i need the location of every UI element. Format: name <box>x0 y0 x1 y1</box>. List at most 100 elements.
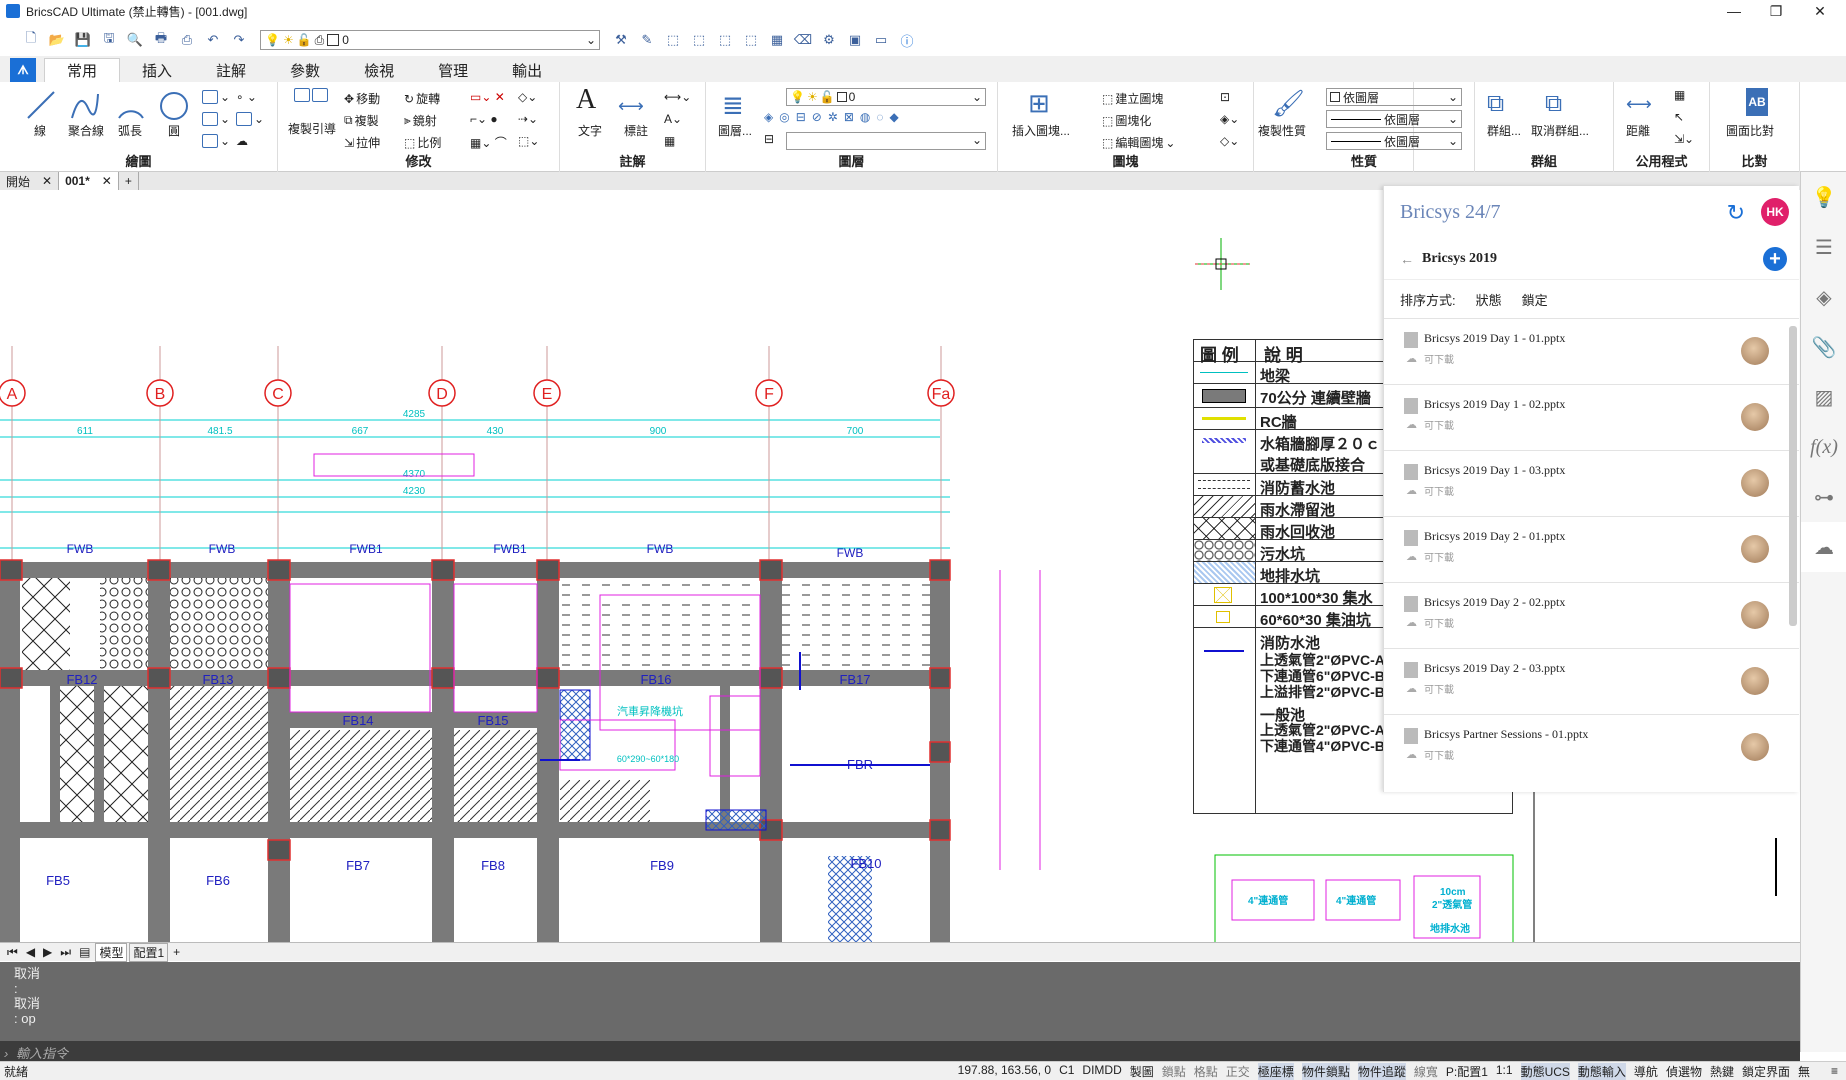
match-properties-button[interactable]: 複製性質 <box>1258 122 1306 139</box>
offset-tool[interactable]: ⇢⌄ <box>518 112 538 126</box>
calc-icon[interactable]: ▦ <box>1674 88 1685 102</box>
create-block-button[interactable]: ⬚ 建立圖塊 <box>1102 90 1163 107</box>
app-menu-icon[interactable]: ᗑ <box>10 58 36 82</box>
add-layout-button[interactable]: + <box>170 945 183 959</box>
status-item[interactable]: 製圖 <box>1130 1063 1154 1080</box>
tab-view[interactable]: 檢視 <box>342 58 416 82</box>
prev-layout-icon[interactable]: ◀ <box>23 945 38 959</box>
status-item[interactable]: 熱鍵 <box>1710 1063 1734 1080</box>
eraser-icon[interactable]: ⌫ <box>792 30 814 50</box>
tab-home[interactable]: 常用 <box>44 58 121 82</box>
dimension-button[interactable]: 標註 <box>624 122 648 139</box>
redo-icon[interactable]: ↷ <box>228 30 250 50</box>
status-item[interactable]: 物件鎖點 <box>1301 1062 1350 1080</box>
copy-guide-button[interactable]: 複製引導 <box>288 120 336 137</box>
new-file-icon[interactable]: 🗋 <box>20 30 42 50</box>
list-item[interactable]: Bricsys 2019 Day 1 - 01.pptx ☁ 可下載 <box>1384 318 1799 384</box>
lineweight-dropdown[interactable]: 依圖層 ⌄ <box>1326 132 1462 150</box>
user-avatar[interactable]: HK <box>1761 198 1789 226</box>
print-icon[interactable]: ⎙ <box>176 30 198 50</box>
scale-button[interactable]: ⬚ 比例 <box>404 134 441 151</box>
table-tool[interactable]: ▦ <box>664 134 675 148</box>
back-arrow-icon[interactable]: ← <box>1400 251 1414 267</box>
polyline-button[interactable]: 聚合線 <box>68 122 104 139</box>
layer-prev-icon[interactable]: ⊟ <box>764 132 774 146</box>
status-menu-icon[interactable]: ≡ <box>1831 1064 1838 1078</box>
first-layout-icon[interactable]: ⏮ <box>4 945 21 960</box>
last-layout-icon[interactable]: ⏭ <box>57 945 74 960</box>
settings-icon[interactable]: ⚙ <box>818 30 840 50</box>
layer-combo[interactable]: 💡 ☀ 🔓 ⎙ 0 ⌄ <box>260 30 600 50</box>
close-icon[interactable]: ✕ <box>1800 0 1840 22</box>
bulb-icon[interactable]: 💡 <box>1801 172 1846 222</box>
status-item[interactable]: 偵選物 <box>1666 1063 1702 1080</box>
list-item[interactable]: Bricsys 2019 Day 1 - 03.pptx ☁ 可下載 <box>1384 450 1799 516</box>
pick-icon[interactable]: ✎ <box>636 30 658 50</box>
refresh-icon[interactable]: ↻ <box>1727 200 1745 226</box>
tab-layout1[interactable]: 配置1 <box>129 942 169 962</box>
layout-list-icon[interactable]: ▤ <box>76 945 93 959</box>
layer-tools-row[interactable]: ◈◎⊟⊘✲⊠◍◌◆ <box>764 110 905 124</box>
point-tool[interactable]: ∘ ⌄ <box>236 90 257 104</box>
new-tab-button[interactable]: + <box>119 172 139 190</box>
erase-tool[interactable]: ◇⌄ <box>518 90 537 104</box>
array-icon[interactable]: ▦⌄ ⌒ <box>470 134 507 151</box>
function-icon[interactable]: f(x) <box>1801 422 1846 472</box>
sliders-icon[interactable]: ☰ <box>1801 222 1846 272</box>
cloud-upload-icon[interactable]: ☁ <box>1801 522 1846 572</box>
save-as-icon[interactable]: 🖫 <box>98 30 120 50</box>
list-item[interactable]: Bricsys Partner Sessions - 01.pptx ☁ 可下載 <box>1384 714 1799 780</box>
tab-model[interactable]: 模型 <box>95 942 128 962</box>
layers-button[interactable]: 圖層... <box>718 122 752 139</box>
select-2-icon[interactable]: ⬚ <box>688 30 710 50</box>
status-item[interactable]: P:配置1 <box>1446 1063 1488 1080</box>
block-tag-icon[interactable]: ◈⌄ <box>1220 112 1239 126</box>
list-item[interactable]: Bricsys 2019 Day 2 - 03.pptx ☁ 可下載 <box>1384 648 1799 714</box>
region-tool[interactable]: ⌄ <box>202 134 230 148</box>
sort-by-status[interactable]: 狀態 <box>1476 290 1502 309</box>
stretch-button[interactable]: ⇲ 拉伸 <box>344 134 380 151</box>
status-item[interactable]: DIMDD <box>1082 1063 1121 1080</box>
arc-button[interactable]: 弧長 <box>118 122 142 139</box>
copy-button[interactable]: ⧉ 複製 <box>344 112 379 129</box>
select-arrow-icon[interactable]: ↖ <box>1674 110 1684 124</box>
paperclip-icon[interactable]: 📎 <box>1801 322 1846 372</box>
minimize-icon[interactable]: — <box>1714 0 1754 22</box>
close-icon[interactable]: ✕ <box>42 174 52 188</box>
line-button[interactable]: 線 <box>34 122 46 139</box>
rotate-button[interactable]: ↻ 旋轉 <box>404 90 440 107</box>
print-preview-icon[interactable]: 🔍 <box>124 30 146 50</box>
dim-style-tool[interactable]: A⌄ <box>664 112 682 126</box>
polygon-tool[interactable]: ⌄ <box>202 112 230 126</box>
color-dropdown[interactable]: 依圖層 ⌄ <box>1326 88 1462 106</box>
status-item[interactable]: 格點 <box>1194 1063 1218 1080</box>
status-item[interactable]: 1:1 <box>1496 1063 1513 1080</box>
restore-icon[interactable]: ❐ <box>1756 0 1796 22</box>
block-tag2-icon[interactable]: ◇⌄ <box>1220 134 1239 148</box>
status-item[interactable]: 正交 <box>1226 1063 1250 1080</box>
doc-tab-001[interactable]: 001* ✕ <box>59 172 119 190</box>
doc-tab-start[interactable]: 開始 ✕ <box>0 172 60 190</box>
status-item[interactable]: 極座標 <box>1257 1062 1294 1080</box>
panel-scrollbar[interactable] <box>1789 326 1797 626</box>
status-item[interactable]: C1 <box>1059 1063 1074 1080</box>
select-icon[interactable]: ⬚ <box>662 30 684 50</box>
delete-icon[interactable]: ▭⌄ ✕ <box>470 90 505 104</box>
insert-block-button[interactable]: 插入圖塊... <box>1012 122 1070 139</box>
layout-icon[interactable]: ▣ <box>844 30 866 50</box>
status-item[interactable]: 動態輸入 <box>1577 1062 1626 1080</box>
tab-annotate[interactable]: 註解 <box>194 58 268 82</box>
plot-icon[interactable]: 🖶 <box>150 30 172 50</box>
status-item[interactable]: 鎖定界面 <box>1742 1063 1790 1080</box>
select-4-icon[interactable]: ⬚ <box>740 30 762 50</box>
dim-linear-tool[interactable]: ⟷⌄ <box>664 90 691 104</box>
explode-tool[interactable]: ⬚⌄ <box>518 134 539 148</box>
close-icon[interactable]: ✕ <box>102 174 112 188</box>
list-item[interactable]: Bricsys 2019 Day 1 - 02.pptx ☁ 可下載 <box>1384 384 1799 450</box>
help-icon[interactable]: ⓘ <box>896 30 918 50</box>
next-layout-icon[interactable]: ▶ <box>40 945 55 959</box>
window-icon[interactable]: ▭ <box>870 30 892 50</box>
command-input[interactable]: › 輸入指令 <box>0 1041 1800 1061</box>
rectangle-tool[interactable]: ⌄ <box>202 90 230 104</box>
tab-output[interactable]: 輸出 <box>490 58 564 82</box>
